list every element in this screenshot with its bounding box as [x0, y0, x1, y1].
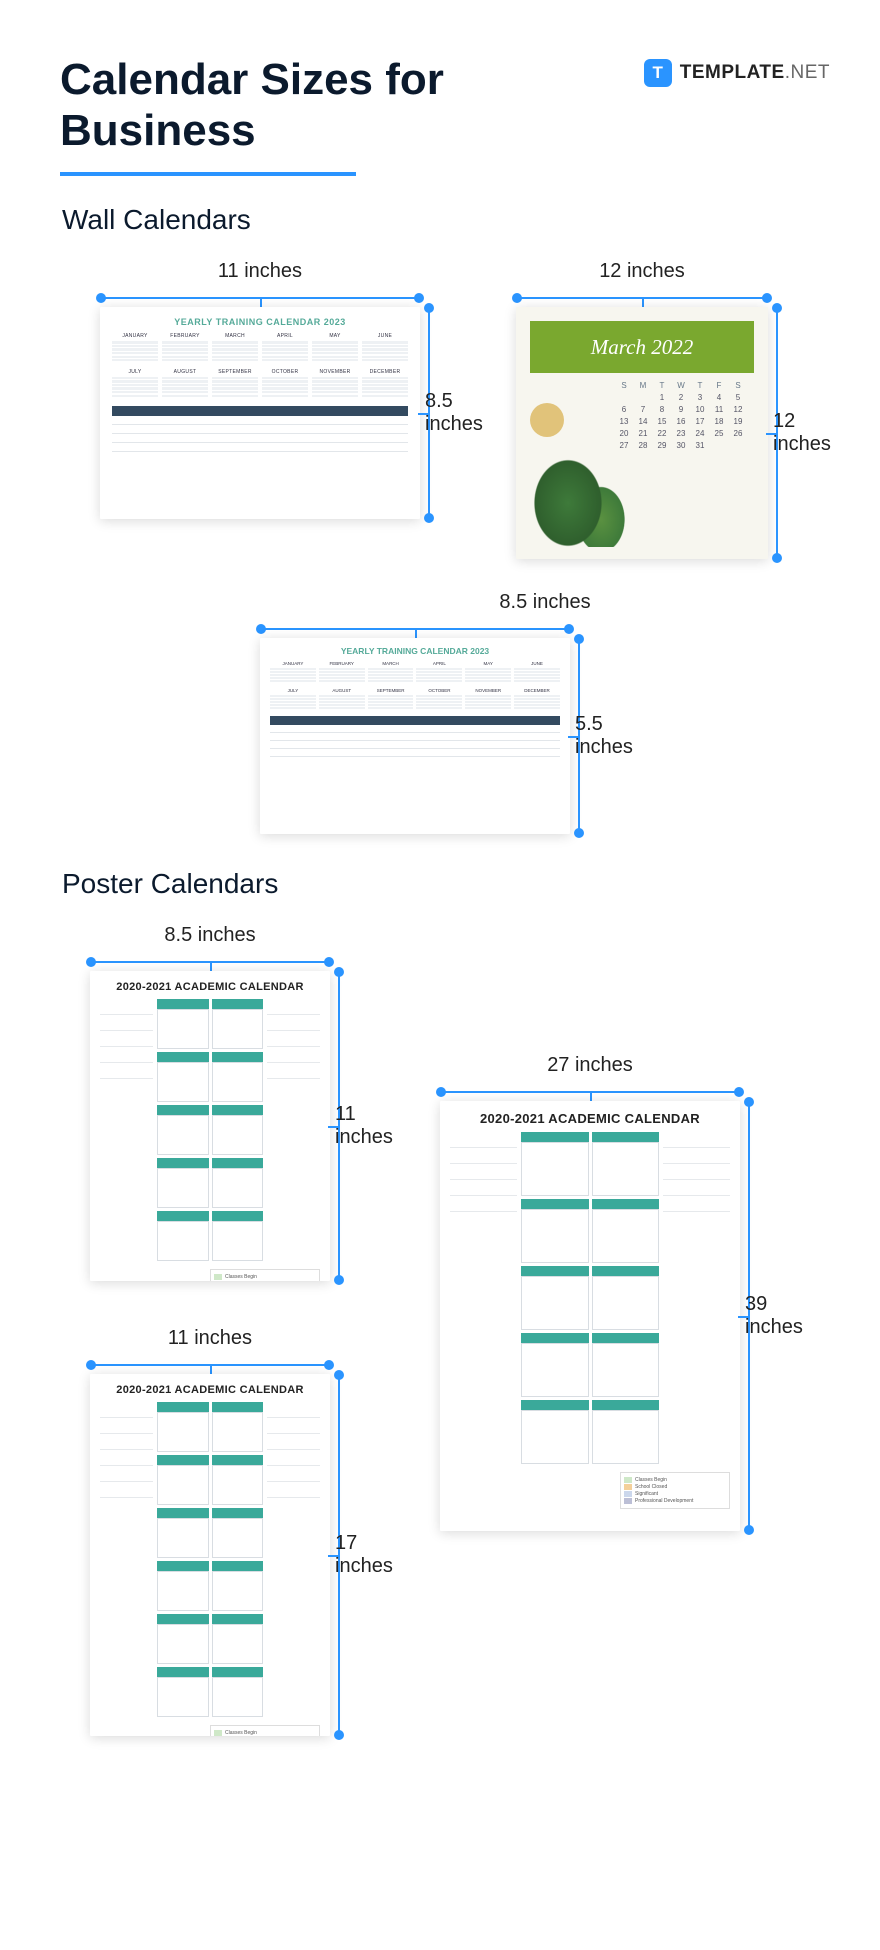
legend: Classes BeginSchool ClosedSignificantPro… [210, 1725, 320, 1736]
leaf-illustration [524, 437, 634, 547]
poster-thumb-3: 2020-2021 ACADEMIC CALENDAR Classes Begi… [440, 1101, 740, 1531]
dim-height: 8.5 inches [425, 390, 500, 436]
dim-height: 11 inches [335, 1103, 410, 1149]
figure-poster-2: 11 inches 2020-2021 ACADEMIC CALENDAR Cl… [90, 1327, 330, 1736]
bracket-top [516, 289, 768, 307]
wall-calendar-thumb-2: March 2022 SMTWTFS 123456789101112131415… [516, 307, 768, 559]
bracket-top [90, 953, 330, 971]
figure-wall-1: 11 inches YEARLY TRAINING CALENDAR 2023 … [100, 260, 420, 559]
bracket-top [440, 1083, 740, 1101]
months-bot-row: JULYAUGUSTSEPTEMBEROCTOBERNOVEMBERDECEMB… [112, 369, 408, 398]
bracket-top [260, 620, 570, 638]
title-underline [60, 172, 356, 176]
poster-thumb-2: 2020-2021 ACADEMIC CALENDAR Classes Begi… [90, 1374, 330, 1736]
dim-height: 17 inches [335, 1532, 410, 1578]
section-poster-title: Poster Calendars [62, 868, 830, 900]
poster-thumb-1: 2020-2021 ACADEMIC CALENDAR Classes Begi… [90, 971, 330, 1281]
dim-width: 8.5 inches [260, 591, 830, 614]
dim-width: 8.5 inches [90, 924, 330, 947]
bracket-top [100, 289, 420, 307]
brand-logo: T TEMPLATE.NET [644, 59, 830, 87]
figure-poster-3: 27 inches 2020-2021 ACADEMIC CALENDAR Cl… [440, 1054, 740, 1531]
dim-width: 27 inches [440, 1054, 740, 1077]
figure-wall-2: 12 inches March 2022 SMTWTFS 12345678910… [516, 260, 768, 559]
month-band: March 2022 [530, 321, 754, 373]
legend: Classes BeginSchool ClosedSignificantPro… [210, 1269, 320, 1281]
dim-height: 12 inches [773, 410, 848, 456]
bracket-top [90, 1356, 330, 1374]
dim-width: 11 inches [100, 260, 420, 283]
dim-width: 12 inches [516, 260, 768, 283]
months-top-row: JANUARYFEBRUARYMARCHAPRILMAYJUNE [112, 333, 408, 362]
page-title: Calendar Sizes for Business [60, 55, 480, 156]
brand-text: TEMPLATE.NET [680, 62, 830, 84]
section-wall-title: Wall Calendars [62, 204, 830, 236]
figure-wall-3: 8.5 inches YEARLY TRAINING CALENDAR 2023… [260, 591, 830, 834]
wall-calendar-thumb-1: YEARLY TRAINING CALENDAR 2023 JANUARYFEB… [100, 307, 420, 519]
legend: Classes BeginSchool ClosedSignificantPro… [620, 1472, 730, 1509]
dim-height: 39 inches [745, 1293, 820, 1339]
wall-calendar-thumb-3: YEARLY TRAINING CALENDAR 2023 JANUARYFEB… [260, 638, 570, 834]
dim-height: 5.5 inches [575, 713, 650, 759]
brand-icon: T [644, 59, 672, 87]
dim-width: 11 inches [90, 1327, 330, 1350]
figure-poster-1: 8.5 inches 2020-2021 ACADEMIC CALENDAR C… [90, 924, 330, 1281]
